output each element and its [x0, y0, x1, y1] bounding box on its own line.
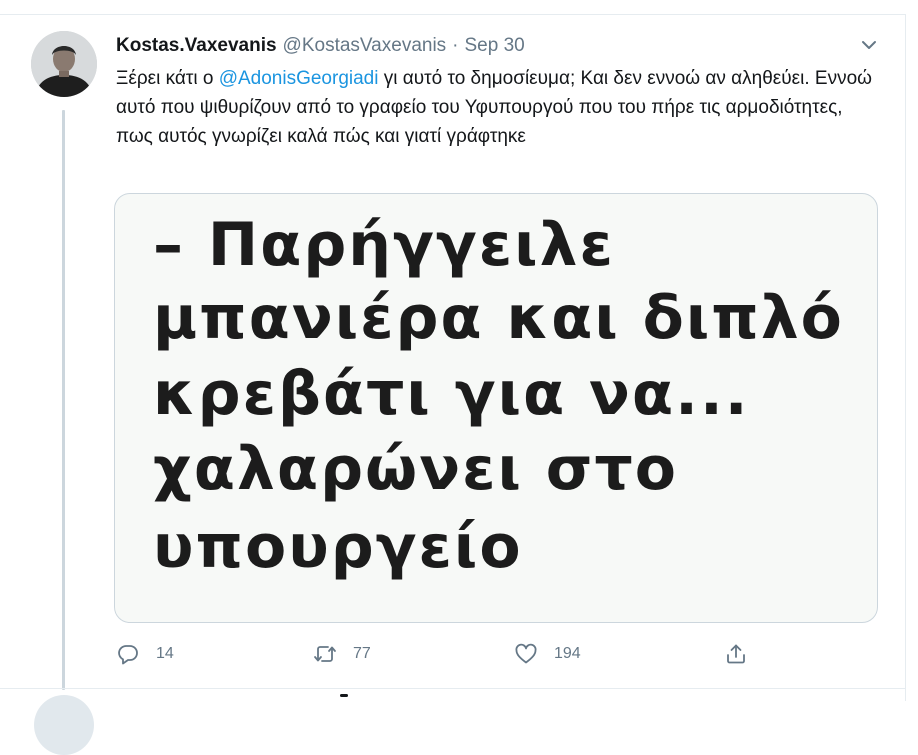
media-image[interactable]: – Παρήγγειλε μπανιέρα και διπλό κρεβάτι … [114, 193, 878, 623]
display-name[interactable]: Kostas.Vaxevanis [116, 35, 277, 56]
user-handle[interactable]: @KostasVaxevanis [283, 35, 447, 56]
media-text-line: – Παρήγγειλε [153, 210, 615, 280]
right-divider [905, 14, 906, 701]
reply-icon [118, 645, 138, 665]
separator-dot: · [452, 35, 459, 56]
next-tweet-avatar[interactable] [34, 695, 94, 755]
retweet-count: 77 [353, 645, 371, 662]
next-tweet-text-fragment [340, 694, 348, 697]
top-divider [0, 14, 906, 15]
retweet-button[interactable]: 77 [313, 640, 371, 668]
media-text-line: χαλαρώνει στο [153, 434, 678, 504]
share-icon [727, 644, 745, 664]
reply-button[interactable]: 14 [116, 640, 174, 668]
tweet-divider [0, 688, 906, 689]
chevron-down-icon[interactable] [858, 34, 880, 56]
share-button[interactable] [724, 640, 748, 668]
like-count: 194 [554, 645, 581, 662]
tweet-date[interactable]: Sep 30 [465, 35, 525, 56]
avatar[interactable] [31, 31, 97, 97]
avatar-photo [31, 31, 97, 97]
media-text-line: κρεβάτι για να... [153, 359, 750, 429]
mention-link[interactable]: @AdonisGeorgiadi [219, 68, 379, 89]
thread-line [62, 110, 65, 690]
like-button[interactable]: 194 [514, 640, 581, 668]
timeline-frame: Kostas.Vaxevanis @KostasVaxevanis · Sep 30 … [0, 0, 918, 755]
retweet-icon [314, 646, 336, 662]
tweet-header: Kostas.Vaxevanis @KostasVaxevanis · Sep 30 [116, 34, 525, 58]
media-text-line: μπανιέρα και διπλό [153, 283, 844, 353]
tweet-text: Ξέρει κάτι ο @AdonisGeorgiadi γι αυτό το… [116, 64, 876, 151]
media-text-line: υπουργείο [153, 512, 523, 582]
tweet-text-start: Ξέρει κάτι ο [116, 68, 219, 89]
reply-count: 14 [156, 645, 174, 662]
heart-icon [515, 643, 537, 664]
